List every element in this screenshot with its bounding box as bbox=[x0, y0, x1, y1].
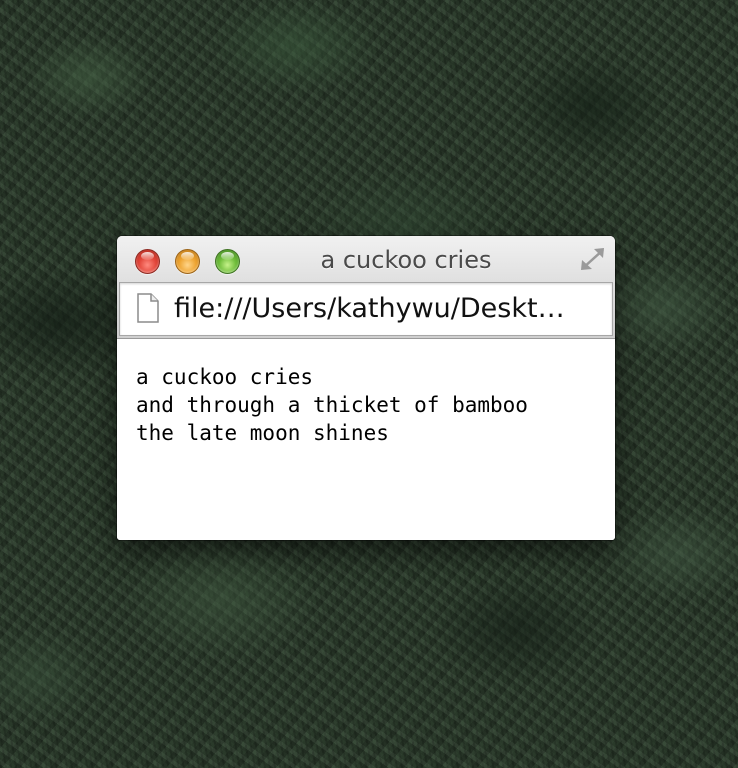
document-icon bbox=[136, 293, 160, 323]
browser-window: a cuckoo cries file:///Users/kathywu/Des… bbox=[117, 236, 615, 540]
poem-line: the late moon shines bbox=[136, 421, 389, 445]
poem-line: a cuckoo cries bbox=[136, 365, 314, 389]
poem-text: a cuckoo cries and through a thicket of … bbox=[136, 363, 528, 447]
url-text[interactable]: file:///Users/kathywu/Deskt… bbox=[174, 283, 604, 335]
minimize-button[interactable] bbox=[175, 249, 200, 274]
fullscreen-arrows-icon[interactable] bbox=[577, 244, 609, 274]
close-button[interactable] bbox=[135, 249, 160, 274]
window-toolbar: a cuckoo cries file:///Users/kathywu/Des… bbox=[117, 236, 615, 339]
poem-line: and through a thicket of bamboo bbox=[136, 393, 528, 417]
page-content: a cuckoo cries and through a thicket of … bbox=[117, 339, 615, 540]
address-bar[interactable]: file:///Users/kathywu/Deskt… bbox=[119, 282, 613, 336]
window-title: a cuckoo cries bbox=[320, 246, 492, 274]
